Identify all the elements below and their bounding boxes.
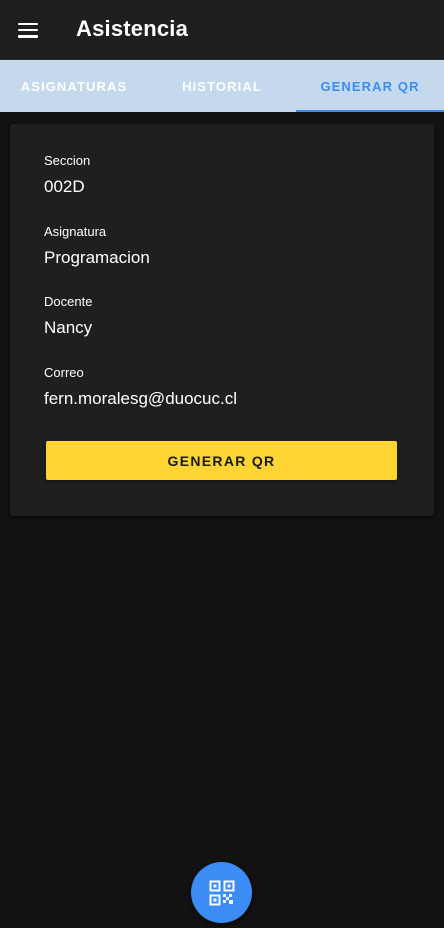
menu-bars [18, 22, 38, 38]
docente-value: Nancy [44, 318, 93, 337]
docente-field: Docente Nancy [44, 294, 404, 338]
hamburger-menu-icon[interactable] [10, 12, 46, 48]
menu-bar-top [18, 22, 38, 25]
class-details-card: Seccion 002D Asignatura Programacion Doc… [10, 124, 434, 516]
tab-historial[interactable]: HISTORIAL [148, 60, 296, 112]
correo-value: fern.moralesg@duocuc.cl [44, 389, 238, 408]
tab-bar: ASIGNATURAS HISTORIAL GENERAR QR [0, 60, 444, 112]
correo-label: Correo [44, 365, 84, 380]
seccion-value: 002D [44, 177, 85, 196]
qr-code-icon [209, 880, 234, 905]
asignatura-label: Asignatura [44, 224, 107, 239]
docente-label: Docente [44, 294, 93, 309]
seccion-label: Seccion [44, 153, 91, 168]
page-title: Asistencia [76, 16, 189, 41]
seccion-field: Seccion 002D [44, 153, 404, 197]
app-screen: Asistencia ASIGNATURAS HISTORIAL GENERAR… [0, 0, 444, 928]
top-toolbar: Asistencia [0, 0, 444, 60]
correo-field: Correo fern.moralesg@duocuc.cl [44, 365, 404, 409]
menu-bar-middle [18, 28, 38, 32]
qr-scan-fab[interactable] [191, 862, 252, 923]
tab-asignaturas[interactable]: ASIGNATURAS [0, 60, 148, 112]
generate-qr-button[interactable]: GENERAR QR [46, 441, 397, 480]
menu-bar-bottom [18, 35, 38, 38]
tab-generar-qr[interactable]: GENERAR QR [296, 60, 444, 112]
asignatura-value: Programacion [44, 248, 150, 267]
asignatura-field: Asignatura Programacion [44, 224, 404, 268]
